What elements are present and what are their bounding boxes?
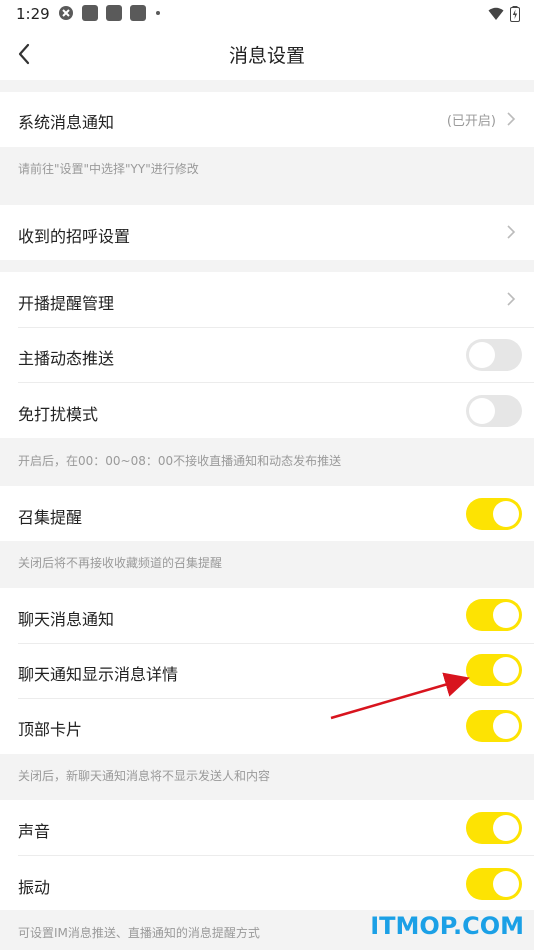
chevron-right-icon[interactable] <box>506 291 516 307</box>
alert-hint: 可设置IM消息推送、直播通知的消息提醒方式 <box>18 926 260 940</box>
app-logo-icon <box>59 6 73 20</box>
notification-icon <box>106 5 122 21</box>
annotation-arrow-icon <box>330 672 470 720</box>
dnd-mode-label: 免打扰模式 <box>18 405 99 424</box>
notification-icon <box>130 5 146 21</box>
anchor-push-toggle[interactable] <box>466 339 522 371</box>
wifi-icon <box>488 7 504 20</box>
chat-notify-toggle[interactable] <box>466 599 522 631</box>
system-notification-row[interactable]: 系统消息通知 (已开启) <box>0 92 534 147</box>
top-card-label: 顶部卡片 <box>18 720 83 739</box>
toggle-knob <box>493 602 519 628</box>
live-reminder-label[interactable]: 开播提醒管理 <box>18 290 114 314</box>
system-notification-hint: 请前往"设置"中选择"YY"进行修改 <box>18 162 199 176</box>
gather-reminder-row: 召集提醒 <box>0 486 534 541</box>
toggle-knob <box>493 657 519 683</box>
greeting-settings-label: 收到的招呼设置 <box>18 227 131 246</box>
nav-bar: 消息设置 <box>0 28 534 80</box>
toggle-knob <box>493 501 519 527</box>
chat-detail-label: 聊天通知显示消息详情 <box>18 665 179 684</box>
gather-reminder-label: 召集提醒 <box>18 508 83 527</box>
anchor-push-label: 主播动态推送 <box>18 349 115 368</box>
chevron-right-icon <box>507 112 516 126</box>
page-title: 消息设置 <box>228 45 305 67</box>
vibrate-label: 振动 <box>18 878 51 897</box>
live-settings-group: 开播提醒管理 主播动态推送 免打扰模式 <box>0 272 534 438</box>
system-notification-status: (已开启) <box>446 114 496 129</box>
dnd-mode-hint: 开启后，在00：00~08：00不接收直播通知和动态发布推送 <box>18 454 342 468</box>
toggle-knob <box>469 342 495 368</box>
vibrate-toggle[interactable] <box>466 868 522 900</box>
system-notification-label: 系统消息通知 <box>18 113 115 132</box>
greeting-settings-row[interactable]: 收到的招呼设置 <box>0 205 534 260</box>
chevron-right-icon <box>507 225 516 239</box>
notification-icon <box>82 5 98 21</box>
toggle-knob <box>493 815 519 841</box>
divider <box>18 643 534 644</box>
status-bar: 1:29 <box>0 0 534 28</box>
dnd-mode-toggle[interactable] <box>466 395 522 427</box>
chat-hint: 关闭后，新聊天通知消息将不显示发送人和内容 <box>18 769 271 783</box>
status-time: 1:29 <box>16 5 50 23</box>
divider <box>18 855 534 856</box>
divider <box>18 382 534 383</box>
battery-icon <box>510 6 520 22</box>
divider <box>18 327 534 328</box>
more-notifications-icon <box>156 11 160 15</box>
watermark: ITMOP.COM <box>370 912 524 940</box>
chat-notify-label: 聊天消息通知 <box>18 610 115 629</box>
gather-reminder-toggle[interactable] <box>466 498 522 530</box>
gather-reminder-hint: 关闭后将不再接收收藏频道的召集提醒 <box>18 556 223 570</box>
notification-icons <box>58 5 160 21</box>
alert-settings-group: 声音 振动 <box>0 800 534 910</box>
toggle-knob <box>469 398 495 424</box>
sound-toggle[interactable] <box>466 812 522 844</box>
toggle-knob <box>493 871 519 897</box>
toggle-knob <box>493 713 519 739</box>
sound-label: 声音 <box>18 822 51 841</box>
system-icons <box>488 6 520 22</box>
